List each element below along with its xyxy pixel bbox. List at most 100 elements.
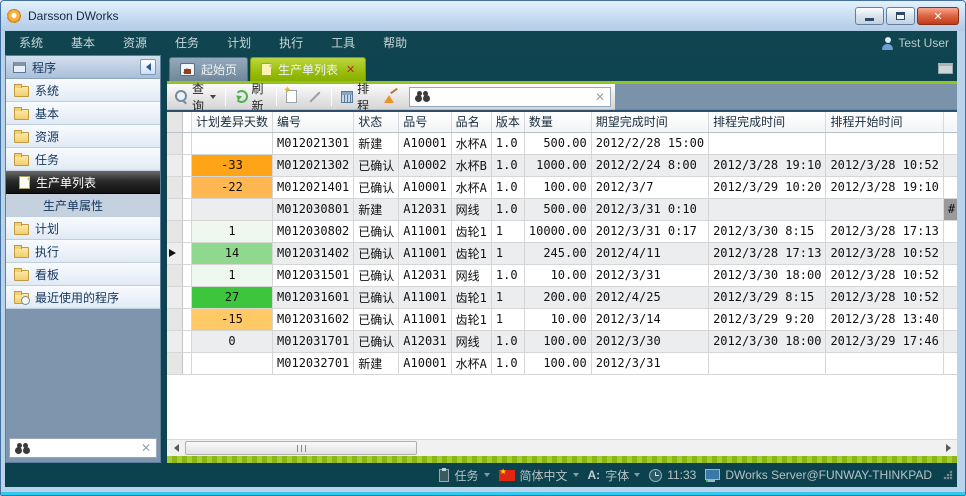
cell-diff[interactable] — [192, 132, 273, 154]
cell-code[interactable]: M012021301 — [273, 132, 354, 154]
column-header-diff[interactable]: 计划差异天数 — [192, 112, 273, 132]
cell-sched_start[interactable] — [826, 132, 943, 154]
cell-item_no[interactable]: A11001 — [399, 220, 451, 242]
cell-code[interactable]: M012021302 — [273, 154, 354, 176]
cell-extra[interactable] — [943, 352, 957, 374]
cell-code[interactable]: M012032701 — [273, 352, 354, 374]
cell-version[interactable]: 1.0 — [491, 132, 524, 154]
cell-diff[interactable]: 14 — [192, 242, 273, 264]
cell-sched_finish[interactable]: 2012/3/30 18:00 — [709, 264, 826, 286]
cell-extra[interactable] — [943, 154, 957, 176]
cell-item_no[interactable]: A11001 — [399, 308, 451, 330]
cell-sched_start[interactable] — [826, 198, 943, 220]
cell-extra[interactable] — [943, 220, 957, 242]
sidebar-item[interactable]: 系统 — [6, 79, 160, 102]
cell-item_name[interactable]: 齿轮1 — [451, 242, 491, 264]
cell-sched_finish[interactable]: 2012/3/29 9:20 — [709, 308, 826, 330]
column-header-status[interactable]: 状态 — [354, 112, 399, 132]
status-task-dropdown[interactable]: 任务 — [439, 467, 489, 484]
column-header-sched_start[interactable]: 排程开始时间 — [826, 112, 943, 132]
cell-expected_finish[interactable]: 2012/3/31 — [591, 352, 708, 374]
cell-diff[interactable]: -15 — [192, 308, 273, 330]
resize-grip[interactable] — [943, 470, 953, 480]
table-row[interactable]: 27M012031601已确认A11001齿轮11200.002012/4/25… — [167, 286, 957, 308]
cell-expected_finish[interactable]: 2012/3/14 — [591, 308, 708, 330]
cell-expected_finish[interactable]: 2012/3/30 — [591, 330, 708, 352]
table-row[interactable]: -33M012021302已确认A10002水杯B1.01000.002012/… — [167, 154, 957, 176]
close-button[interactable]: ✕ — [917, 7, 959, 25]
cell-sched_start[interactable]: 2012/3/28 10:52 — [826, 154, 943, 176]
cell-sched_finish[interactable]: 2012/3/28 17:13 — [709, 242, 826, 264]
cell-status[interactable]: 新建 — [354, 352, 399, 374]
cell-extra[interactable] — [943, 286, 957, 308]
cell-item_no[interactable]: A10002 — [399, 154, 451, 176]
cell-item_no[interactable]: A12031 — [399, 264, 451, 286]
cell-version[interactable]: 1 — [491, 242, 524, 264]
cell-qty[interactable]: 10.00 — [524, 308, 591, 330]
cell-status[interactable]: 新建 — [354, 132, 399, 154]
cell-status[interactable]: 已确认 — [354, 286, 399, 308]
cell-version[interactable]: 1 — [491, 308, 524, 330]
cell-version[interactable]: 1 — [491, 220, 524, 242]
cell-item_name[interactable]: 网线 — [451, 264, 491, 286]
cell-expected_finish[interactable]: 2012/4/11 — [591, 242, 708, 264]
column-header-item_name[interactable]: 品名 — [451, 112, 491, 132]
cell-version[interactable]: 1.0 — [491, 176, 524, 198]
cell-item_name[interactable]: 网线 — [451, 198, 491, 220]
cell-sched_finish[interactable]: 2012/3/29 8:15 — [709, 286, 826, 308]
column-header-expected_finish[interactable]: 期望完成时间 — [591, 112, 708, 132]
cell-diff[interactable]: 1 — [192, 264, 273, 286]
toolbar-search-input[interactable] — [435, 90, 590, 104]
cell-diff[interactable]: -33 — [192, 154, 273, 176]
sidebar-item[interactable]: 资源 — [6, 125, 160, 148]
cell-sched_finish[interactable] — [709, 198, 826, 220]
cell-qty[interactable]: 1000.00 — [524, 154, 591, 176]
sidebar-item[interactable]: 最近使用的程序 — [6, 286, 160, 309]
cell-extra[interactable] — [943, 132, 957, 154]
cell-item_no[interactable]: A11001 — [399, 242, 451, 264]
cell-qty[interactable]: 100.00 — [524, 330, 591, 352]
cell-code[interactable]: M012030802 — [273, 220, 354, 242]
cell-sched_finish[interactable] — [709, 132, 826, 154]
table-row[interactable]: M012021301新建A10001水杯A1.0500.002012/2/28 … — [167, 132, 957, 154]
sidebar-item[interactable]: 执行 — [6, 240, 160, 263]
cell-qty[interactable]: 100.00 — [524, 176, 591, 198]
sidebar-search-input[interactable] — [35, 441, 136, 455]
cell-item_no[interactable]: A12031 — [399, 330, 451, 352]
cell-status[interactable]: 已确认 — [354, 308, 399, 330]
scroll-left-button[interactable] — [168, 441, 184, 455]
sidebar-item[interactable]: 生产单列表 — [6, 171, 160, 194]
cell-item_name[interactable]: 水杯A — [451, 352, 491, 374]
cell-item_no[interactable]: A11001 — [399, 286, 451, 308]
horizontal-scrollbar[interactable] — [167, 439, 957, 456]
cell-item_name[interactable]: 网线 — [451, 330, 491, 352]
cell-extra[interactable] — [943, 308, 957, 330]
cell-status[interactable]: 已确认 — [354, 220, 399, 242]
cell-diff[interactable]: 27 — [192, 286, 273, 308]
cell-sched_start[interactable]: 2012/3/28 10:52 — [826, 264, 943, 286]
cell-expected_finish[interactable]: 2012/3/31 — [591, 264, 708, 286]
sidebar-item[interactable]: 任务 — [6, 148, 160, 171]
sidebar-search-clear-icon[interactable]: ✕ — [141, 441, 151, 455]
toolbar-search-clear-icon[interactable]: ✕ — [595, 90, 605, 104]
cell-version[interactable]: 1.0 — [491, 352, 524, 374]
cell-item_name[interactable]: 齿轮1 — [451, 308, 491, 330]
table-row[interactable]: -15M012031602已确认A11001齿轮1110.002012/3/14… — [167, 308, 957, 330]
cell-status[interactable]: 已确认 — [354, 264, 399, 286]
sidebar-item[interactable]: 生产单属性 — [6, 194, 160, 217]
tab-start-page[interactable]: 起始页 — [169, 57, 248, 81]
cell-version[interactable]: 1.0 — [491, 264, 524, 286]
scroll-right-button[interactable] — [940, 441, 956, 455]
menu-execute[interactable]: 执行 — [265, 31, 317, 55]
cell-item_name[interactable]: 水杯A — [451, 176, 491, 198]
refresh-button[interactable]: 刷新 — [231, 86, 272, 108]
cell-status[interactable]: 已确认 — [354, 154, 399, 176]
cell-sched_start[interactable]: 2012/3/28 10:52 — [826, 286, 943, 308]
cell-qty[interactable]: 245.00 — [524, 242, 591, 264]
menu-plan[interactable]: 计划 — [213, 31, 265, 55]
menu-help[interactable]: 帮助 — [369, 31, 421, 55]
cell-item_no[interactable]: A10001 — [399, 176, 451, 198]
cell-version[interactable]: 1.0 — [491, 330, 524, 352]
new-button[interactable] — [282, 86, 301, 108]
cell-item_name[interactable]: 水杯A — [451, 132, 491, 154]
